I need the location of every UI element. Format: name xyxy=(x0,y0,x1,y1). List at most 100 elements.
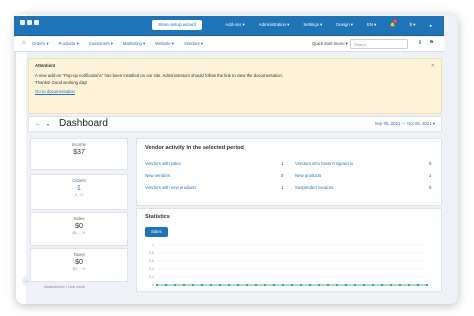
nav-marketing[interactable]: Marketing ▾ xyxy=(123,41,145,47)
notice-title: Attention! xyxy=(35,63,56,68)
topbar-menu: Add-ons ▾ Administration ▾ Settings ▾ De… xyxy=(225,19,432,30)
notice-thanks: Thanks! Good working day! xyxy=(35,79,88,85)
sales-data-point[interactable] xyxy=(425,283,429,287)
vendor-row-value: 0 xyxy=(429,161,432,166)
sales-data-point[interactable] xyxy=(416,283,420,287)
y-tick-label: 0.6 xyxy=(149,259,154,263)
menu-addons[interactable]: Add-ons ▾ xyxy=(225,22,244,28)
store-setup-wizard-button[interactable]: Store setup wizard xyxy=(152,20,203,30)
stat-label: Sales xyxy=(73,216,85,221)
stat-value: $0 xyxy=(75,223,83,230)
vendor-activity-panel: Vendor activity in the selected period V… xyxy=(136,138,442,206)
sales-data-point[interactable] xyxy=(155,283,159,287)
stat-change: $0, ...% xyxy=(72,231,86,235)
nav-orders[interactable]: Orders ▾ xyxy=(32,41,48,47)
main-navigation: ⌂ Orders ▾ Products ▾ Customers ▾ Market… xyxy=(14,37,444,52)
back-arrow-icon[interactable]: ← xyxy=(33,120,43,129)
sales-data-point[interactable] xyxy=(407,283,411,287)
vendor-row-value: 0 xyxy=(429,185,432,190)
page-title: Dashboard xyxy=(59,118,108,129)
sales-data-point[interactable] xyxy=(236,283,240,287)
sales-data-point[interactable] xyxy=(398,283,402,287)
home-icon[interactable]: ⌂ xyxy=(22,40,26,46)
sales-data-point[interactable] xyxy=(371,283,375,287)
sales-data-point[interactable] xyxy=(200,283,204,287)
sales-data-point[interactable] xyxy=(344,283,348,287)
close-icon[interactable]: ✕ xyxy=(431,63,435,71)
chevron-down-icon[interactable]: ▾ xyxy=(47,120,49,129)
top-admin-bar: Store setup wizard Add-ons ▾ Administrat… xyxy=(14,16,444,36)
storefront-icon[interactable]: ⚑ xyxy=(429,40,434,46)
stat-change: 0, +1 xyxy=(74,193,84,197)
menu-administration[interactable]: Administration ▾ xyxy=(259,22,290,28)
stat-label: Taxes xyxy=(73,252,85,257)
sales-data-point[interactable] xyxy=(263,283,267,287)
sales-data-point[interactable] xyxy=(281,283,285,287)
frame-edge xyxy=(16,14,26,304)
sales-data-point[interactable] xyxy=(227,283,231,287)
sales-data-point[interactable] xyxy=(209,283,213,287)
vendor-row-label[interactable]: Vendors with sales xyxy=(145,161,181,166)
nav-products[interactable]: Products ▾ xyxy=(58,41,78,47)
sales-data-point[interactable] xyxy=(299,283,303,287)
vendor-row-value: 1 xyxy=(429,173,432,178)
sales-data-point[interactable] xyxy=(272,283,276,287)
vendor-row-value: 1 xyxy=(281,185,284,190)
sales-data-point[interactable] xyxy=(290,283,294,287)
notification-count: 1 xyxy=(393,19,397,23)
logo-icon[interactable] xyxy=(20,20,39,25)
sales-data-point[interactable] xyxy=(326,283,330,287)
chat-icon[interactable]: … xyxy=(22,276,32,286)
sales-chart: 1 0.8 0.6 0.4 0.2 0 xyxy=(149,243,429,287)
help-icon[interactable]: ℹ xyxy=(419,40,421,46)
quick-start-menu[interactable]: Quick start menu ▾ xyxy=(312,41,348,47)
sales-data-point[interactable] xyxy=(173,283,177,287)
stat-card-orders[interactable]: Orders 1 0, +1 xyxy=(30,174,128,210)
nav-customers[interactable]: Customers ▾ xyxy=(89,41,113,47)
vendor-row-label[interactable]: Vendors with new products xyxy=(145,185,196,190)
sales-data-point[interactable] xyxy=(191,283,195,287)
stat-card-sales: Sales $0 $0, ...% xyxy=(30,212,128,246)
menu-settings[interactable]: Settings ▾ xyxy=(303,22,322,28)
sales-data-point[interactable] xyxy=(362,283,366,287)
sales-data-point[interactable] xyxy=(245,283,249,287)
sales-data-point[interactable] xyxy=(308,283,312,287)
date-range-picker[interactable]: Sep 05, 2021 — Oct 05, 2021 ▾ xyxy=(375,121,435,127)
y-tick-label: 1 xyxy=(152,243,154,247)
sales-data-point[interactable] xyxy=(317,283,321,287)
vendor-row-label[interactable]: New products xyxy=(295,173,321,178)
sales-data-point[interactable] xyxy=(164,283,168,287)
vendor-row-value: 1 xyxy=(281,161,284,166)
stat-label: Income xyxy=(71,142,87,147)
dashboard-header: ← ▾ Dashboard Sep 05, 2021 — Oct 05, 202… xyxy=(28,116,442,132)
tab-sales[interactable]: Sales xyxy=(145,227,168,237)
sales-data-point[interactable] xyxy=(254,283,258,287)
search-input[interactable]: Search xyxy=(350,39,408,49)
user-icon[interactable]: ● xyxy=(429,23,432,28)
vendor-row-label[interactable]: Suspended vendors xyxy=(295,185,333,190)
attention-notice: Attention! ✕ A new add-on "Pop-up notifi… xyxy=(28,58,442,114)
stat-card-taxes: Taxes $0 $0, ...% xyxy=(30,248,128,282)
menu-currency[interactable]: $ ▾ xyxy=(410,22,416,28)
nav-website[interactable]: Website ▾ xyxy=(155,41,174,47)
vendor-row-label[interactable]: Vendors who haven't signed in xyxy=(295,161,353,166)
sales-data-point[interactable] xyxy=(353,283,357,287)
sales-data-point[interactable] xyxy=(182,283,186,287)
y-tick-label: 0.4 xyxy=(149,267,154,271)
sales-data-point[interactable] xyxy=(380,283,384,287)
vendor-activity-title: Vendor activity in the selected period xyxy=(145,145,244,151)
y-tick-label: 0.2 xyxy=(149,275,154,279)
sales-data-point[interactable] xyxy=(218,283,222,287)
sales-data-point[interactable] xyxy=(389,283,393,287)
y-tick-label: 0.8 xyxy=(149,251,154,255)
vendor-row-label[interactable]: New vendors xyxy=(145,173,170,178)
nav-vendors[interactable]: Vendors ▾ xyxy=(184,41,203,47)
menu-design[interactable]: Design ▾ xyxy=(336,22,353,28)
menu-language[interactable]: EN ▾ xyxy=(367,22,376,28)
statistics-title: Statistics xyxy=(145,214,170,220)
documentation-link[interactable]: Go to documentation xyxy=(35,89,435,95)
stat-value[interactable]: 1 xyxy=(31,185,127,192)
stat-value: $37 xyxy=(73,149,85,156)
notifications-icon[interactable]: 🔔 1 xyxy=(390,19,397,28)
sales-data-point[interactable] xyxy=(335,283,339,287)
